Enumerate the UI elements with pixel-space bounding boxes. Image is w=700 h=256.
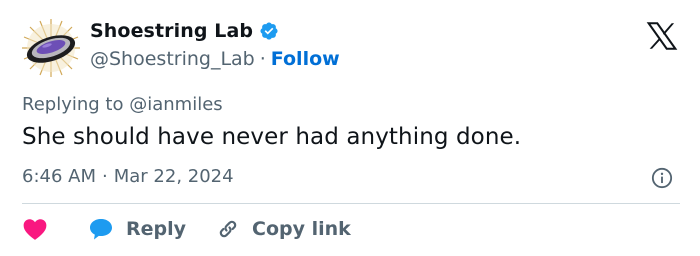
avatar[interactable] xyxy=(20,17,82,79)
handle-separator: · xyxy=(259,48,266,70)
reply-context-prefix: Replying to xyxy=(22,94,124,115)
handle-row: @Shoestring_Lab · Follow xyxy=(90,48,340,70)
heart-icon xyxy=(23,219,47,240)
embedded-tweet: Shoestring Lab @Shoestring_Lab · Follow … xyxy=(0,0,700,256)
tweet-date: Mar 22, 2024 xyxy=(113,166,234,187)
reply-button[interactable]: Reply xyxy=(48,217,186,241)
display-name[interactable]: Shoestring Lab xyxy=(90,20,253,42)
reply-label: Reply xyxy=(126,218,187,240)
author-name-row: Shoestring Lab xyxy=(90,20,279,42)
reply-bubble-icon xyxy=(90,219,112,240)
action-bar: Reply Copy link xyxy=(22,215,351,243)
verified-badge-icon xyxy=(260,22,278,40)
follow-button[interactable]: Follow xyxy=(271,48,340,70)
link-icon xyxy=(219,220,237,238)
copy-link-button[interactable]: Copy link xyxy=(186,217,351,241)
divider xyxy=(22,203,680,204)
like-button[interactable] xyxy=(22,217,48,241)
timestamp-separator: · xyxy=(102,166,108,187)
tweet-timestamp[interactable]: 6:46 AM · Mar 22, 2024 xyxy=(22,166,234,187)
tweet-time: 6:46 AM xyxy=(22,166,96,187)
copy-link-label: Copy link xyxy=(252,218,351,240)
x-logo-icon[interactable] xyxy=(646,22,678,50)
reply-context: Replying to @ianmiles xyxy=(22,94,223,115)
info-icon[interactable] xyxy=(651,167,673,189)
author-handle[interactable]: @Shoestring_Lab xyxy=(90,48,255,70)
tweet-text: She should have never had anything done. xyxy=(22,124,522,150)
reply-mention-link[interactable]: @ianmiles xyxy=(129,94,222,115)
